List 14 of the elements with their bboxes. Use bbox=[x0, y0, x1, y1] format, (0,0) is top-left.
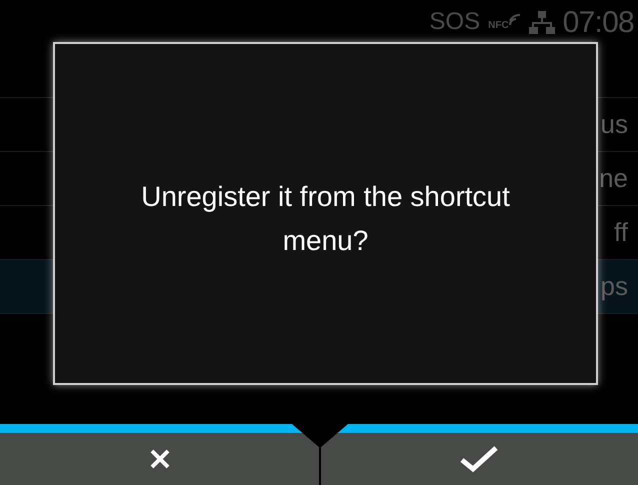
nfc-label: NFC bbox=[488, 21, 509, 31]
setting-value: us bbox=[600, 108, 628, 141]
setting-value: ps bbox=[600, 270, 628, 303]
wireless-icon bbox=[508, 13, 521, 27]
cancel-button[interactable] bbox=[0, 433, 319, 485]
setting-value: ne bbox=[599, 162, 628, 195]
clock-time: 07:08 bbox=[562, 4, 634, 40]
dialog-message: Unregister it from the shortcut menu? bbox=[140, 180, 511, 258]
network-icon bbox=[528, 10, 555, 34]
close-icon bbox=[148, 448, 170, 470]
confirm-button[interactable] bbox=[319, 433, 638, 485]
status-text: SOS bbox=[429, 7, 480, 37]
setting-value: ff bbox=[614, 216, 628, 249]
checkmark-icon bbox=[458, 445, 498, 473]
